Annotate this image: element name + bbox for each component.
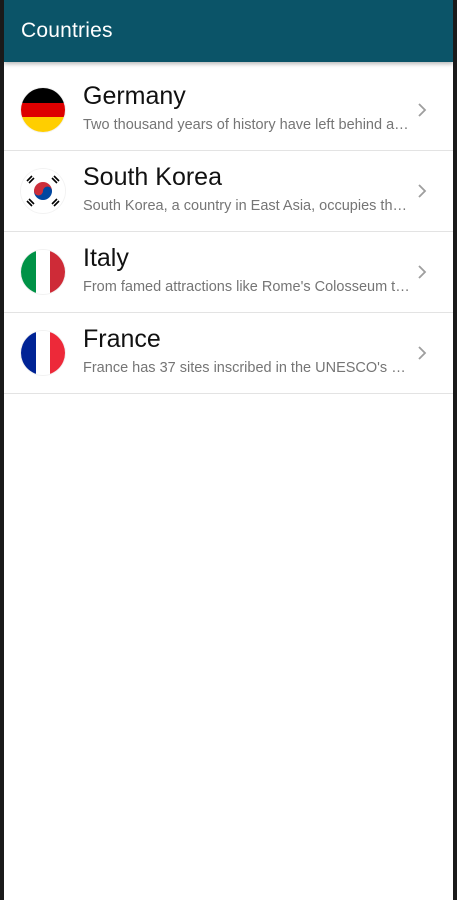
country-name: South Korea: [83, 163, 222, 191]
country-description: Two thousand years of history have left …: [83, 117, 411, 133]
country-description: From famed attractions like Rome's Colos…: [83, 279, 411, 295]
chevron-right-icon: [413, 263, 431, 281]
chevron-right-icon: [413, 344, 431, 362]
list-item-germany[interactable]: Germany Two thousand years of history ha…: [4, 70, 453, 151]
item-text: France France has 37 sites inscribed in …: [83, 323, 411, 378]
country-name: Italy: [83, 244, 129, 272]
country-description: South Korea, a country in East Asia, occ…: [83, 198, 411, 214]
item-text: Germany Two thousand years of history ha…: [83, 80, 411, 135]
south-korea-flag-icon: [21, 169, 65, 213]
country-name: Germany: [83, 82, 186, 110]
item-text: South Korea South Korea, a country in Ea…: [83, 161, 411, 216]
chevron-right-icon: [413, 182, 431, 200]
app-title: Countries: [21, 19, 113, 42]
chevron-right-icon: [413, 101, 431, 119]
italy-flag-icon: [21, 250, 65, 294]
france-flag-icon: [21, 331, 65, 375]
list-item-france[interactable]: France France has 37 sites inscribed in …: [4, 313, 453, 394]
app-bar: Countries: [4, 0, 453, 62]
list-item-south-korea[interactable]: South Korea South Korea, a country in Ea…: [4, 151, 453, 232]
app-screen: Countries Germany Two thousand years of …: [4, 0, 453, 900]
list-item-italy[interactable]: Italy From famed attractions like Rome's…: [4, 232, 453, 313]
country-name: France: [83, 325, 161, 353]
country-description: France has 37 sites inscribed in the UNE…: [83, 360, 411, 376]
item-text: Italy From famed attractions like Rome's…: [83, 242, 411, 297]
germany-flag-icon: [21, 88, 65, 132]
